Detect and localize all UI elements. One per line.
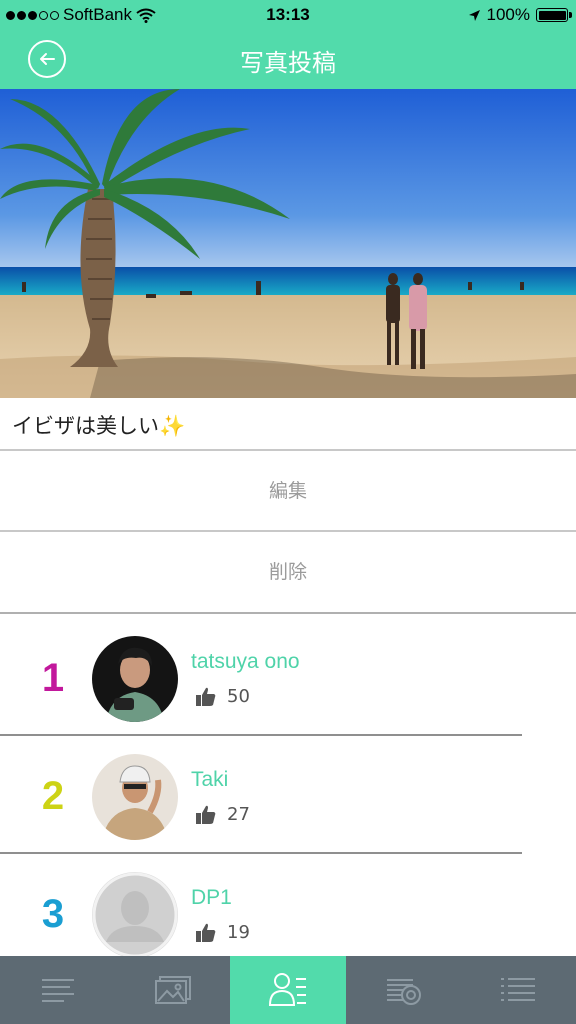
rank-number: 2	[41, 774, 65, 818]
nav-bar: 写真投稿	[0, 30, 576, 89]
list-icon	[501, 978, 536, 1001]
thumbs-up-icon	[196, 923, 216, 942]
tab-menu[interactable]	[0, 956, 115, 1024]
post-photo	[0, 89, 576, 398]
ranking-row[interactable]: 1 tatsuya ono 50	[0, 636, 576, 754]
status-bar: SoftBank 13:13 100%	[0, 0, 576, 30]
username[interactable]: Taki	[191, 768, 228, 792]
likes: 27	[195, 804, 250, 825]
thumbs-up-icon	[196, 805, 216, 824]
username[interactable]: DP1	[191, 886, 232, 910]
tab-bar	[0, 956, 576, 1024]
row-divider	[0, 734, 522, 736]
tab-ranking[interactable]	[230, 956, 346, 1024]
rank-number: 3	[41, 892, 65, 936]
row-divider	[0, 852, 522, 854]
ranking-row[interactable]: 2 Taki 27	[0, 754, 576, 872]
avatar[interactable]	[92, 754, 178, 840]
edit-button[interactable]: 編集	[0, 451, 576, 531]
likes: 19	[195, 922, 250, 943]
camera-stack-icon	[387, 979, 422, 1005]
rank-number: 1	[41, 656, 65, 700]
post-caption: イビザは美しい✨	[12, 414, 186, 438]
username[interactable]: tatsuya ono	[191, 650, 300, 674]
gallery-icon	[154, 976, 191, 1004]
delete-button[interactable]: 削除	[0, 532, 576, 612]
status-right: 100%	[468, 5, 572, 25]
battery-percent: 100%	[486, 5, 530, 24]
thumbs-up-icon	[196, 687, 216, 706]
battery-icon	[536, 8, 572, 22]
profile-list-icon	[268, 973, 306, 1006]
likes: 50	[195, 686, 250, 707]
menu-lines-icon	[41, 979, 74, 1002]
avatar-placeholder[interactable]	[92, 872, 178, 958]
tab-list[interactable]	[461, 956, 576, 1024]
page-title: 写真投稿	[240, 49, 336, 77]
tab-gallery[interactable]	[115, 956, 230, 1024]
divider	[0, 612, 576, 614]
tab-camera[interactable]	[346, 956, 461, 1024]
location-arrow-icon	[468, 9, 480, 21]
avatar[interactable]	[92, 636, 178, 722]
like-count: 19	[227, 922, 250, 943]
like-count: 50	[227, 686, 250, 707]
like-count: 27	[227, 804, 250, 825]
